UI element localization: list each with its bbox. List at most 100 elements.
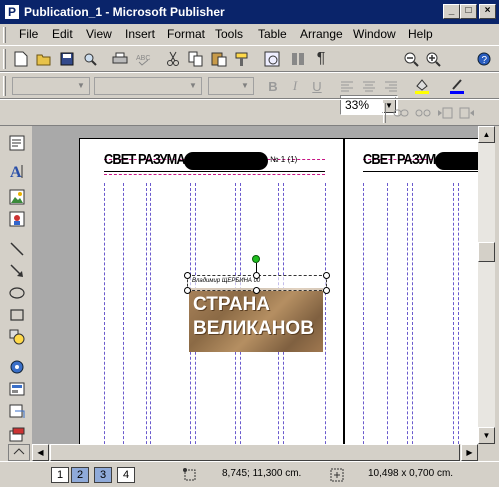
column-guide xyxy=(325,183,326,444)
autoshapes-icon[interactable] xyxy=(6,326,28,348)
font-name-combo[interactable]: ▼ xyxy=(94,77,202,95)
line-tool-icon[interactable] xyxy=(6,238,28,260)
formatting-grip[interactable] xyxy=(3,76,6,96)
page-tab-4[interactable]: 4 xyxy=(117,467,135,483)
headline-image[interactable]: СТРАНА ВЕЛИКАНОВ xyxy=(189,288,323,352)
masthead-title: СВЕТ РАЗУМА xyxy=(363,151,445,168)
scroll-left-button[interactable]: ◀ xyxy=(32,444,49,461)
menu-format[interactable]: Format xyxy=(167,27,205,41)
pointer-icon[interactable] xyxy=(6,132,28,154)
paste-icon[interactable] xyxy=(209,49,229,69)
vertical-scrollbar[interactable]: ▲ ▼ xyxy=(478,126,495,444)
link-icon[interactable] xyxy=(391,103,411,123)
cut-icon[interactable] xyxy=(163,49,183,69)
close-button[interactable]: × xyxy=(479,4,496,19)
margin-guide xyxy=(104,174,325,175)
menu-tools[interactable]: Tools xyxy=(215,27,243,41)
scroll-right-button[interactable]: ▶ xyxy=(461,444,478,461)
column-guide xyxy=(146,183,147,444)
align-right-icon[interactable] xyxy=(381,76,401,96)
position-readout: 8,745; 11,300 cm. xyxy=(222,468,302,479)
zoom-out-icon[interactable] xyxy=(401,49,421,69)
menu-file[interactable]: File xyxy=(19,27,38,41)
font-color-icon[interactable] xyxy=(447,76,467,96)
rectangle-tool-icon[interactable] xyxy=(6,304,28,326)
resize-handle-ne[interactable] xyxy=(323,272,330,279)
spellcheck-icon[interactable]: ABC xyxy=(133,49,153,69)
menu-edit[interactable]: Edit xyxy=(52,27,73,41)
resize-handle-s[interactable] xyxy=(253,287,260,294)
resize-handle-n[interactable] xyxy=(253,272,260,279)
resize-handle-se[interactable] xyxy=(323,287,330,294)
pilcrow-icon[interactable]: ¶ xyxy=(311,49,331,69)
next-frame-icon[interactable] xyxy=(457,103,477,123)
chevron-down-icon[interactable]: ▼ xyxy=(186,79,200,93)
underline-button[interactable]: U xyxy=(307,76,327,96)
toolbar-grip[interactable] xyxy=(3,49,6,69)
connect-grip[interactable] xyxy=(383,103,386,123)
menu-window[interactable]: Window xyxy=(353,27,396,41)
maximize-button[interactable]: □ xyxy=(460,4,477,19)
text-box-icon[interactable]: A xyxy=(6,160,28,182)
search-icon[interactable] xyxy=(80,49,100,69)
arrow-tool-icon[interactable] xyxy=(6,260,28,282)
headline-line1: СТРАНА xyxy=(193,294,271,315)
scroll-up-button[interactable]: ▲ xyxy=(478,126,495,143)
menu-insert[interactable]: Insert xyxy=(125,27,155,41)
align-left-icon[interactable] xyxy=(337,76,357,96)
bold-button[interactable]: B xyxy=(263,76,283,96)
insert-object-icon[interactable] xyxy=(262,49,282,69)
font-size-combo[interactable]: ▼ xyxy=(208,77,254,95)
open-icon[interactable] xyxy=(34,49,54,69)
resize-handle-sw[interactable] xyxy=(184,287,191,294)
save-icon[interactable] xyxy=(57,49,77,69)
rotation-handle[interactable] xyxy=(252,255,260,263)
menu-arrange[interactable]: Arrange xyxy=(300,27,343,41)
columns-icon[interactable] xyxy=(288,49,308,69)
clipart-icon[interactable] xyxy=(6,208,28,230)
align-center-icon[interactable] xyxy=(359,76,379,96)
toolbar-options-button[interactable] xyxy=(8,444,30,461)
menu-help[interactable]: Help xyxy=(408,27,433,41)
menubar-grip[interactable] xyxy=(3,27,6,43)
page-tab-1[interactable]: 1 xyxy=(51,467,69,483)
zoom-in-icon[interactable] xyxy=(423,49,443,69)
design-gallery-icon[interactable] xyxy=(6,356,28,378)
print-icon[interactable] xyxy=(110,49,130,69)
new-icon[interactable] xyxy=(11,49,31,69)
author-caption: Владимир ЩЕРБИНА 00 xyxy=(192,278,261,284)
chevron-down-icon[interactable]: ▼ xyxy=(74,79,88,93)
italic-button[interactable]: I xyxy=(285,76,305,96)
position-icon xyxy=(183,468,197,485)
horizontal-scroll-thumb[interactable] xyxy=(50,444,460,461)
resize-handle-nw[interactable] xyxy=(184,272,191,279)
unlink-icon[interactable] xyxy=(413,103,433,123)
column-guide xyxy=(150,183,151,444)
copy-icon[interactable] xyxy=(186,49,206,69)
page-tab-2[interactable]: 2 xyxy=(71,467,89,483)
publisher-app-icon[interactable] xyxy=(4,4,20,20)
svg-text:A: A xyxy=(10,164,22,180)
horizontal-scrollbar[interactable]: ◀ ▶ xyxy=(32,444,478,461)
fill-color-icon[interactable] xyxy=(412,76,432,96)
headline-line2: ВЕЛИКАНОВ xyxy=(193,318,314,339)
menu-table[interactable]: Table xyxy=(258,27,287,41)
minimize-button[interactable]: _ xyxy=(443,4,460,19)
oval-tool-icon[interactable] xyxy=(6,282,28,304)
picture-frame-icon[interactable] xyxy=(6,186,28,208)
document-workspace[interactable]: СВЕТ РАЗУМА № 1 (1) СТРАНА ВЕЛИКАНОВ Вла… xyxy=(32,126,478,444)
menu-view[interactable]: View xyxy=(86,27,112,41)
style-combo[interactable]: ▼ xyxy=(12,77,90,95)
form-control-icon[interactable] xyxy=(6,400,28,422)
hot-spot-icon[interactable] xyxy=(6,378,28,400)
issue-number: № 1 (1) xyxy=(270,155,298,164)
chevron-down-icon[interactable]: ▼ xyxy=(238,79,252,93)
web-component-icon[interactable] xyxy=(6,424,28,446)
scroll-down-button[interactable]: ▼ xyxy=(478,427,495,444)
vertical-scroll-thumb[interactable] xyxy=(478,242,495,262)
previous-frame-icon[interactable] xyxy=(435,103,455,123)
help-icon[interactable]: ? xyxy=(474,49,494,69)
page-tab-3[interactable]: 3 xyxy=(94,467,112,483)
page-right[interactable]: СВЕТ РАЗУМА xyxy=(344,138,478,444)
format-painter-icon[interactable] xyxy=(232,49,252,69)
